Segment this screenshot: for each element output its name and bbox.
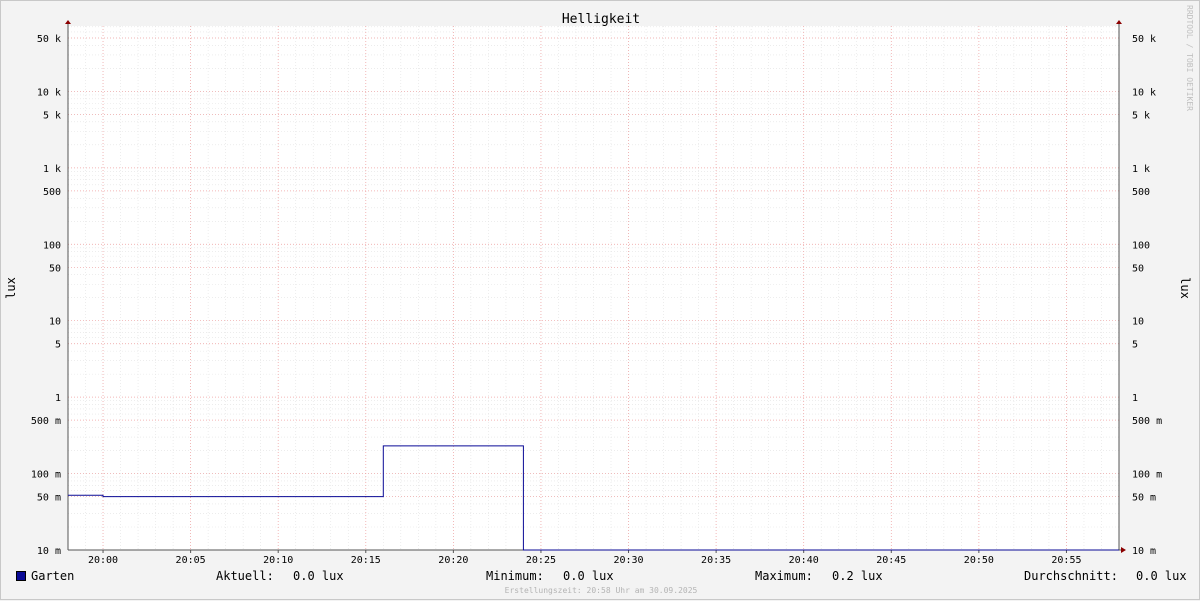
- legend-swatch-garten: [16, 571, 26, 581]
- y-tick-label-left: 1: [55, 393, 61, 404]
- legend-current-label: Aktuell:: [216, 569, 274, 583]
- creation-timestamp: Erstellungszeit: 20:58 Uhr am 30.09.2025: [504, 586, 698, 595]
- x-tick-label: 20:45: [876, 555, 906, 566]
- chart-title: Helligkeit: [561, 12, 641, 27]
- legend-current-value: 0.0 lux: [293, 569, 344, 583]
- y-tick-label-right: 50: [1132, 263, 1144, 274]
- y-tick-label-left: 10 m: [37, 546, 61, 557]
- x-tick-label: 20:00: [88, 555, 118, 566]
- x-tick-label: 20:15: [351, 555, 381, 566]
- y-tick-label-right: 10: [1132, 317, 1144, 328]
- y-tick-label-right: 100: [1132, 240, 1150, 251]
- legend-series-name: Garten: [31, 569, 75, 583]
- y-tick-label-right: 500 m: [1132, 416, 1162, 427]
- y-tick-label-right: 5: [1132, 340, 1138, 351]
- y-tick-label-left: 10: [49, 317, 61, 328]
- x-tick-label: 20:10: [263, 555, 293, 566]
- x-tick-label: 20:05: [176, 555, 206, 566]
- x-tick-label: 20:30: [613, 555, 643, 566]
- y-tick-label-left: 500: [43, 187, 61, 198]
- x-tick-label: 20:25: [526, 555, 556, 566]
- legend-max-value: 0.2 lux: [832, 569, 883, 583]
- y-tick-label-left: 100 m: [31, 470, 61, 481]
- y-tick-label-left: 50 m: [37, 493, 61, 504]
- y-tick-label-right: 500: [1132, 187, 1150, 198]
- y-tick-label-left: 500 m: [31, 416, 61, 427]
- y-tick-label-right: 5 k: [1132, 110, 1150, 121]
- y-axis-label-left: lux: [4, 277, 18, 299]
- y-tick-label-right: 1: [1132, 393, 1138, 404]
- y-tick-label-right: 50 m: [1132, 493, 1156, 504]
- y-tick-label-left: 5 k: [43, 110, 61, 121]
- y-tick-label-left: 50 k: [37, 34, 61, 45]
- legend-avg-label: Durchschnitt:: [1024, 569, 1118, 583]
- x-tick-label: 20:50: [964, 555, 994, 566]
- x-tick-label: 20:35: [701, 555, 731, 566]
- x-axis-arrow: [1121, 547, 1126, 553]
- legend-min-value: 0.0 lux: [563, 569, 614, 583]
- x-tick-label: 20:20: [438, 555, 468, 566]
- y-tick-label-left: 10 k: [37, 87, 61, 98]
- y-tick-label-right: 10 m: [1132, 546, 1156, 557]
- legend-avg-value: 0.0 lux: [1136, 569, 1187, 583]
- y-tick-label-right: 100 m: [1132, 470, 1162, 481]
- legend-min-label: Minimum:: [486, 569, 544, 583]
- y-tick-label-right: 50 k: [1132, 34, 1156, 45]
- y-tick-label-left: 100: [43, 240, 61, 251]
- y-tick-label-left: 50: [49, 263, 61, 274]
- x-tick-label: 20:55: [1051, 555, 1081, 566]
- rrdtool-watermark: RRDTOOL / TOBI OETIKER: [1185, 5, 1194, 111]
- chart-canvas: 20:00 20:05 20:10 20:15 20:20 20:25 20:30 20:35…: [4, 20, 1192, 566]
- legend-max-label: Maximum:: [755, 569, 813, 583]
- y-tick-label-right: 10 k: [1132, 87, 1156, 98]
- y-tick-label-left: 5: [55, 340, 61, 351]
- chart-frame: 20:00 20:05 20:10 20:15 20:20 20:25 20:30 20:35…: [0, 0, 1200, 600]
- x-tick-label: 20:40: [789, 555, 819, 566]
- y-axis-label-right: lux: [1178, 277, 1192, 299]
- y-tick-label-right: 1 k: [1132, 164, 1150, 175]
- y-tick-label-left: 1 k: [43, 164, 61, 175]
